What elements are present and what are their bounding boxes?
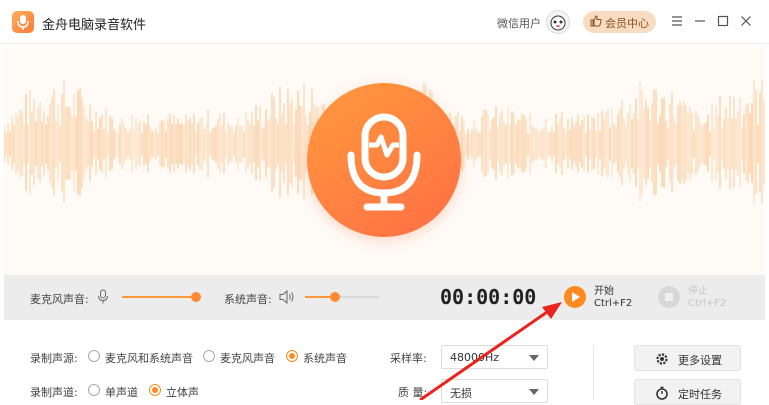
annotation-arrow — [419, 302, 562, 400]
